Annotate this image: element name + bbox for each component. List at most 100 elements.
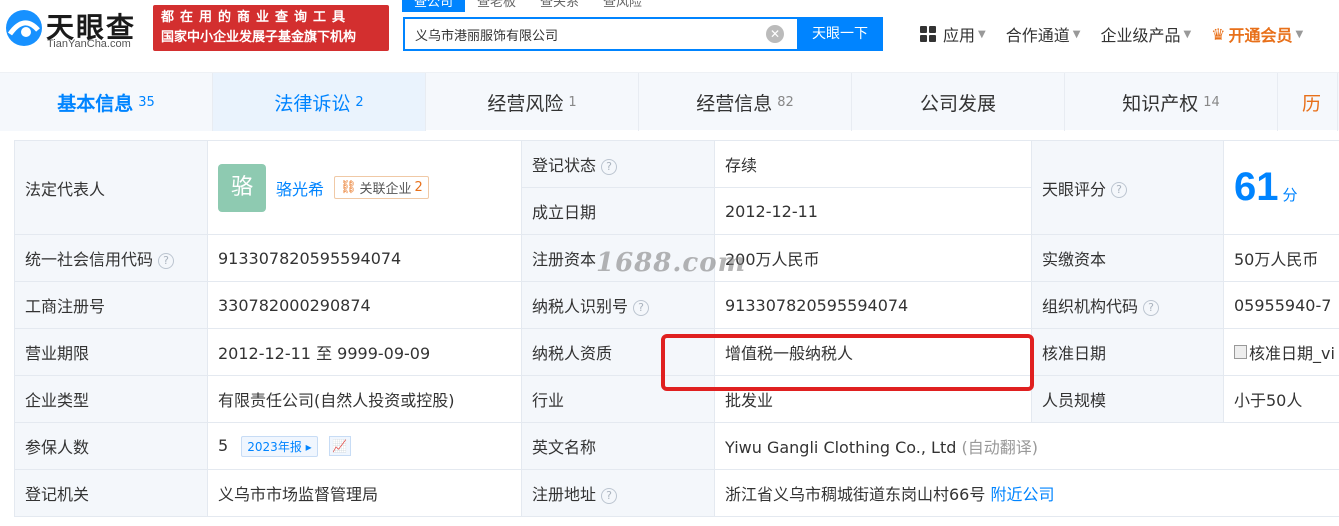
insured-cell: 5 2023年报 ▸ 📈 [207, 422, 522, 470]
search-box: ✕ [403, 17, 798, 51]
tab-litigation[interactable]: 法律诉讼 2 [213, 73, 426, 131]
relation-icon: ⛓ [340, 180, 357, 195]
nav-enterprise-label: 企业级产品 [1100, 26, 1181, 45]
en-name-value: Yiwu Gangli Clothing Co., Ltd [725, 438, 957, 457]
chevron-down-icon: ▼ [1072, 28, 1081, 40]
paid-capital-value: 50万人民币 [1223, 234, 1339, 282]
en-name-note: (自动翻译) [961, 438, 1038, 457]
brand-slogan: 都在用的商业查询工具 国家中小企业发展子基金旗下机构 [153, 5, 389, 51]
related-companies-badge[interactable]: ⛓ 关联企业 2 [334, 176, 429, 199]
watermark: 1688.com [596, 248, 747, 278]
tab-basic-info[interactable]: 基本信息 35 [0, 73, 213, 131]
tab-label: 经营信息 [696, 92, 773, 115]
taxpayer-id-value: 913307820595594074 [714, 281, 1032, 329]
nav-channel[interactable]: 合作通道 ▼ [1006, 22, 1081, 46]
search-input[interactable] [415, 19, 755, 49]
taxpayer-id-label: 纳税人识别号 [532, 297, 629, 316]
tab-label: 经营风险 [487, 92, 564, 115]
apps-grid-icon [920, 26, 936, 42]
credit-code-label: 统一社会信用代码 [25, 250, 154, 269]
tab-label: 公司发展 [919, 92, 996, 115]
reg-capital-value: 200万人民币 [714, 234, 1032, 282]
tab-count: 2 [355, 94, 364, 110]
org-code-label-cell: 组织机构代码? [1031, 281, 1224, 329]
biz-reg-no-label: 工商注册号 [14, 281, 208, 329]
insured-value: 5 [218, 435, 229, 455]
search-type-tabs: 查公司 查老板 查关系 查风险 [402, 0, 654, 12]
section-tabs: 基本信息 35 法律诉讼 2 经营风险 1 经营信息 82 公司发展 知识产权 14 历 [0, 72, 1339, 131]
chevron-down-icon: ▼ [978, 28, 986, 40]
related-label: 关联企业 [359, 182, 412, 197]
tab-search-relation[interactable]: 查关系 [528, 0, 591, 12]
address-label-cell: 注册地址? [521, 469, 715, 517]
brand-domain: TianYanCha.com [47, 38, 131, 50]
crown-icon: ♛ [1211, 24, 1226, 44]
tab-history[interactable]: 历 [1278, 73, 1338, 131]
approve-date-label: 核准日期 [1031, 328, 1224, 376]
slogan-line-2: 国家中小企业发展子基金旗下机构 [161, 30, 357, 45]
biz-reg-no-value: 330782000290874 [207, 281, 522, 329]
help-icon[interactable]: ? [158, 252, 175, 269]
org-code-value: 05955940-7 [1223, 281, 1339, 329]
reg-status-label-cell: 登记状态? [521, 140, 715, 188]
approve-date-alt: 核准日期_vi [1249, 344, 1335, 363]
related-count: 2 [414, 180, 423, 195]
tab-count: 14 [1203, 94, 1220, 110]
address-cell: 浙江省义乌市稠城街道东岗山村66号 附近公司 [714, 469, 1339, 517]
clear-search-icon[interactable]: ✕ [766, 25, 784, 43]
nearby-companies-link[interactable]: 附近公司 [990, 485, 1054, 504]
credit-code-label-cell: 统一社会信用代码? [14, 234, 208, 282]
nav-apps-label: 应用 [943, 26, 976, 45]
avatar[interactable]: 骆 [218, 163, 266, 212]
insured-label: 参保人数 [14, 422, 208, 470]
legal-rep-label: 法定代表人 [14, 140, 208, 235]
annual-report-badge[interactable]: 2023年报 ▸ [241, 435, 318, 457]
nav-vip[interactable]: ♛ 开通会员 ▼ [1211, 22, 1303, 46]
authority-label: 登记机关 [14, 469, 208, 517]
term-label: 营业期限 [14, 328, 208, 376]
chevron-down-icon: ▼ [1295, 28, 1304, 40]
tab-count: 82 [777, 94, 794, 110]
paid-capital-label: 实缴资本 [1031, 234, 1224, 282]
tab-development[interactable]: 公司发展 [852, 73, 1065, 131]
tab-search-risk[interactable]: 查风险 [591, 0, 654, 12]
help-icon[interactable]: ? [601, 158, 618, 175]
tab-business-risk[interactable]: 经营风险 1 [426, 73, 639, 131]
top-nav: 应用 ▼ 合作通道 ▼ 企业级产品 ▼ ♛ 开通会员 ▼ [920, 22, 1323, 46]
score-cell[interactable]: 61 分 [1223, 140, 1339, 235]
tab-count: 1 [568, 94, 577, 110]
founded-label: 成立日期 [521, 187, 715, 235]
en-name-label: 英文名称 [521, 422, 715, 470]
help-icon[interactable]: ? [601, 487, 618, 504]
nav-apps[interactable]: 应用 ▼ [920, 22, 986, 46]
tab-search-boss[interactable]: 查老板 [465, 0, 528, 12]
legal-rep-cell: 骆 骆光希 ⛓ 关联企业 2 [207, 140, 522, 235]
slogan-line-1: 都在用的商业查询工具 [161, 10, 352, 25]
top-header: 天眼查 TianYanCha.com 都在用的商业查询工具 国家中小企业发展子基… [0, 0, 1339, 72]
tab-label: 历 [1302, 92, 1322, 115]
tab-count: 35 [138, 94, 155, 110]
tab-label: 知识产权 [1122, 92, 1199, 115]
trend-chart-icon[interactable]: 📈 [328, 436, 351, 456]
help-icon[interactable]: ? [1143, 299, 1160, 316]
legal-rep-name-link[interactable]: 骆光希 [276, 176, 324, 200]
type-label: 企业类型 [14, 375, 208, 423]
authority-value: 义乌市市场监督管理局 [207, 469, 522, 517]
score-value: 61 [1234, 165, 1279, 209]
tianyancha-logo-icon[interactable] [4, 8, 44, 48]
en-name-cell: Yiwu Gangli Clothing Co., Ltd (自动翻译) [714, 422, 1339, 470]
tab-ip[interactable]: 知识产权 14 [1065, 73, 1278, 131]
staff-size-label: 人员规模 [1031, 375, 1224, 423]
tab-label: 法律诉讼 [274, 92, 351, 115]
tab-search-company[interactable]: 查公司 [402, 0, 466, 12]
search-button[interactable]: 天眼一下 [797, 17, 883, 51]
help-icon[interactable]: ? [633, 299, 650, 316]
taxpayer-id-label-cell: 纳税人识别号? [521, 281, 715, 329]
tab-business-info[interactable]: 经营信息 82 [639, 73, 852, 131]
reg-status-value: 存续 [714, 140, 1032, 188]
chevron-down-icon: ▼ [1183, 28, 1192, 40]
nav-enterprise[interactable]: 企业级产品 ▼ [1100, 22, 1191, 46]
term-value: 2012-12-11 至 9999-09-09 [207, 328, 522, 376]
reg-status-label: 登记状态 [532, 156, 597, 175]
help-icon[interactable]: ? [1111, 182, 1128, 198]
